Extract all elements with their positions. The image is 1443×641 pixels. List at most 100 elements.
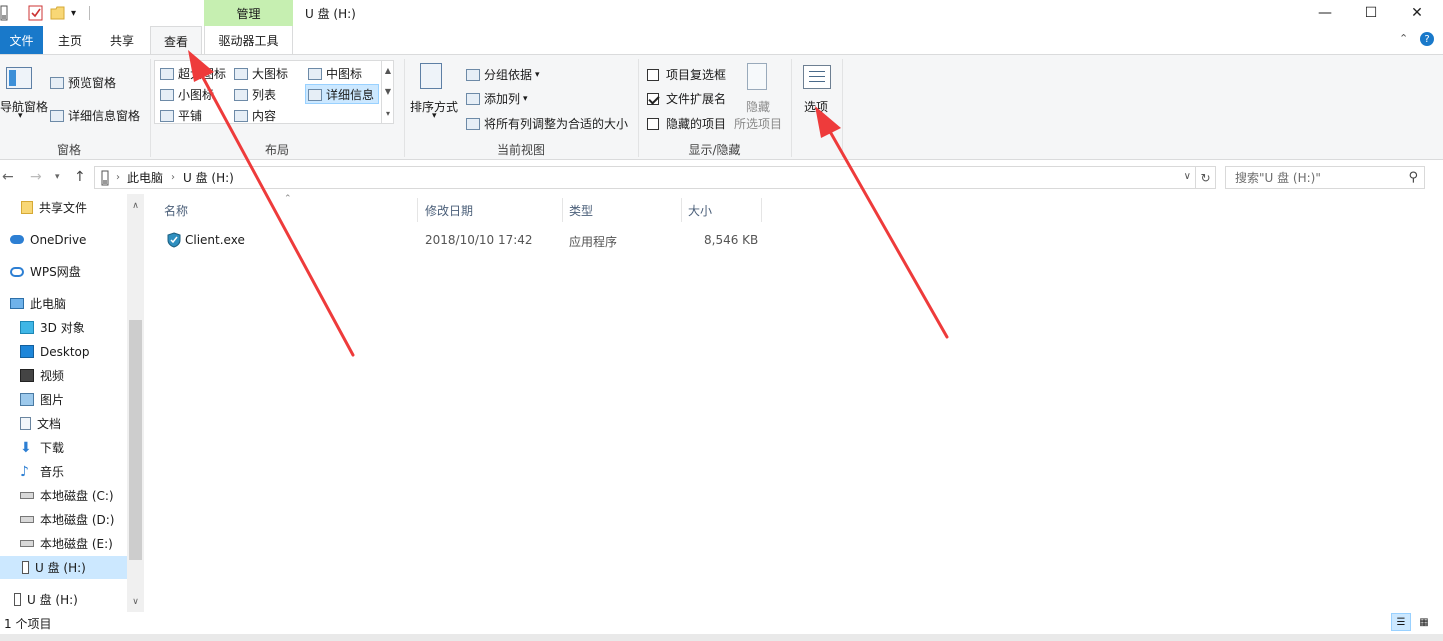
- ribbon-body: 导航窗格 ▾ 预览窗格 详细信息窗格 窗格 超大图标 大图标 中图标 小图标 列…: [0, 54, 1443, 160]
- scroll-down-icon[interactable]: ∨: [127, 593, 144, 610]
- system-disk-icon: [20, 492, 34, 499]
- collapse-ribbon-icon[interactable]: ⌃: [1399, 32, 1408, 45]
- layout-small-icons[interactable]: 小图标: [160, 86, 214, 103]
- tab-view[interactable]: 查看: [150, 26, 202, 55]
- nav-item-shared-files[interactable]: 共享文件: [0, 196, 127, 219]
- layout-content[interactable]: 内容: [234, 107, 276, 124]
- drive-icon[interactable]: [0, 4, 8, 22]
- layout-large-icons[interactable]: 大图标: [234, 65, 288, 82]
- expand-gallery-icon[interactable]: ▾: [386, 109, 390, 118]
- file-extensions-toggle[interactable]: 文件扩展名: [647, 90, 726, 107]
- nav-item-pictures[interactable]: 图片: [0, 388, 127, 411]
- help-icon[interactable]: ?: [1420, 32, 1434, 46]
- layout-medium-icons[interactable]: 中图标: [308, 65, 362, 82]
- nav-item-3d-objects[interactable]: 3D 对象: [0, 316, 127, 339]
- search-icon[interactable]: ⚲: [1408, 170, 1418, 185]
- nav-item-usb-drive[interactable]: U 盘 (H:): [0, 588, 127, 611]
- minimize-button[interactable]: —: [1302, 0, 1348, 26]
- file-extensions-checkbox[interactable]: [647, 92, 659, 105]
- content-icon: [234, 109, 248, 122]
- tab-file[interactable]: 文件: [0, 26, 43, 54]
- wps-cloud-icon: [10, 266, 24, 277]
- add-column-button[interactable]: 添加列 ▾: [466, 90, 528, 107]
- nav-pane-dropdown-icon: ▾: [18, 111, 23, 121]
- search-input[interactable]: 搜索"U 盘 (H:)" ⚲: [1225, 166, 1425, 189]
- tab-share[interactable]: 共享: [99, 26, 145, 54]
- hard-disk-icon: [20, 540, 34, 547]
- nav-item-disk-d[interactable]: 本地磁盘 (D:): [0, 508, 127, 531]
- hidden-items-toggle[interactable]: 隐藏的项目: [647, 115, 726, 132]
- add-column-icon: [466, 92, 480, 105]
- refresh-icon[interactable]: ↻: [1196, 166, 1216, 189]
- details-pane-icon: [50, 109, 64, 122]
- file-name: Client.exe: [185, 233, 245, 247]
- nav-pane-scrollbar[interactable]: ∧ ∨: [127, 194, 144, 612]
- nav-item-disk-c[interactable]: 本地磁盘 (C:): [0, 484, 127, 507]
- nav-item-this-pc[interactable]: 此电脑: [0, 292, 127, 315]
- forward-icon[interactable]: →: [30, 169, 42, 185]
- address-dropdown-icon[interactable]: ∨: [1184, 171, 1191, 182]
- column-header-type[interactable]: 类型: [563, 198, 682, 222]
- layout-list[interactable]: 列表: [234, 86, 276, 103]
- layout-details[interactable]: 详细信息: [308, 86, 374, 103]
- extra-large-icons-label: 超大图标: [178, 67, 227, 81]
- large-icons-view-icon[interactable]: ▦: [1414, 613, 1434, 631]
- small-icons-icon: [160, 88, 174, 101]
- column-header-size[interactable]: 大小: [682, 198, 762, 222]
- scrollbar-thumb[interactable]: [129, 320, 142, 560]
- breadcrumb-separator-icon[interactable]: ›: [116, 172, 120, 183]
- file-extensions-label: 文件扩展名: [666, 92, 727, 106]
- up-icon[interactable]: ↑: [74, 169, 86, 185]
- tab-drive-tools[interactable]: 驱动器工具: [204, 26, 293, 54]
- nav-item-onedrive[interactable]: OneDrive: [0, 228, 127, 251]
- column-header-modified[interactable]: 修改日期: [419, 198, 563, 222]
- hidden-items-checkbox[interactable]: [647, 117, 659, 130]
- item-checkboxes-checkbox[interactable]: [647, 68, 659, 81]
- window-bottom-edge: [0, 634, 1443, 641]
- toolbar-separator: [89, 6, 90, 20]
- nav-item-videos[interactable]: 视频: [0, 364, 127, 387]
- scroll-down-icon[interactable]: ▼: [385, 87, 391, 96]
- close-button[interactable]: ✕: [1394, 0, 1440, 26]
- fit-columns-button[interactable]: 将所有列调整为合适的大小: [466, 115, 628, 132]
- tab-home[interactable]: 主页: [49, 26, 91, 54]
- details-icon: [308, 88, 322, 101]
- nav-item-music[interactable]: ♪ 音乐: [0, 460, 127, 483]
- preview-pane-label: 预览窗格: [68, 76, 117, 90]
- title-bar: ▾ 管理 U 盘 (H:) — ☐ ✕: [0, 0, 1443, 26]
- scroll-up-icon[interactable]: ▲: [385, 66, 391, 75]
- item-checkboxes-toggle[interactable]: 项目复选框: [647, 66, 726, 83]
- breadcrumb-separator-icon[interactable]: ›: [171, 172, 175, 183]
- layout-extra-large-icons[interactable]: 超大图标: [160, 65, 226, 82]
- column-header-name[interactable]: 名称: [158, 198, 418, 222]
- layout-gallery-scroll[interactable]: ▲ ▼ ▾: [381, 60, 394, 124]
- customize-toolbar-icon[interactable]: ▾: [71, 4, 76, 22]
- maximize-button[interactable]: ☐: [1348, 0, 1394, 26]
- details-view-icon[interactable]: ☰: [1391, 613, 1411, 631]
- address-drive-icon: [101, 170, 109, 186]
- group-by-button[interactable]: 分组依据 ▾: [466, 66, 540, 83]
- breadcrumb-drive[interactable]: U 盘 (H:): [183, 169, 234, 186]
- properties-icon[interactable]: [28, 4, 44, 22]
- small-icons-label: 小图标: [178, 88, 215, 102]
- nav-item-desktop[interactable]: Desktop: [0, 340, 127, 363]
- nav-item-documents[interactable]: 文档: [0, 412, 127, 435]
- group-label-panes: 窗格: [56, 143, 81, 157]
- scroll-up-icon[interactable]: ∧: [127, 197, 144, 214]
- nav-item-wps-drive[interactable]: WPS网盘: [0, 260, 127, 283]
- manage-context-label[interactable]: 管理: [204, 0, 293, 26]
- nav-item-usb-drive-selected[interactable]: U 盘 (H:): [0, 556, 127, 579]
- nav-item-downloads[interactable]: ⬇ 下载: [0, 436, 127, 459]
- preview-pane-button[interactable]: 预览窗格: [50, 74, 116, 91]
- back-icon[interactable]: ←: [2, 169, 14, 185]
- nav-item-disk-e[interactable]: 本地磁盘 (E:): [0, 532, 127, 555]
- table-row[interactable]: Client.exe 2018/10/10 17:42 应用程序 8,546 K…: [158, 228, 758, 252]
- breadcrumb-this-pc[interactable]: 此电脑: [127, 169, 163, 186]
- hard-disk-icon: [20, 516, 34, 523]
- recent-locations-icon[interactable]: ▾: [55, 172, 60, 182]
- new-folder-icon[interactable]: [50, 4, 66, 22]
- large-icons-label: 大图标: [252, 67, 289, 81]
- details-pane-button[interactable]: 详细信息窗格: [50, 107, 140, 124]
- layout-tiles[interactable]: 平铺: [160, 107, 202, 124]
- address-bar[interactable]: › 此电脑 › U 盘 (H:) ∨: [94, 166, 1196, 189]
